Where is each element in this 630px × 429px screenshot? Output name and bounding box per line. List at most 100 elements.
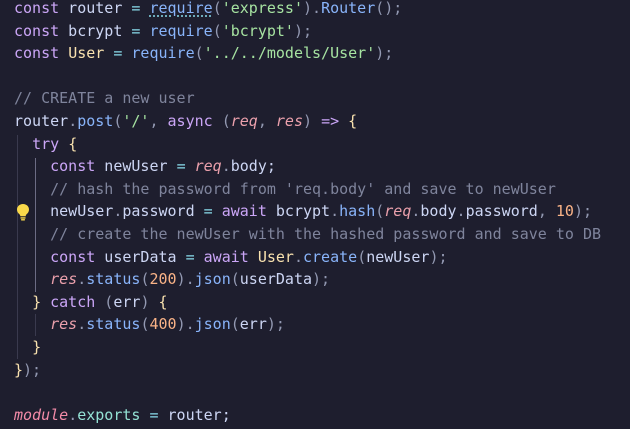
code-token: const [14, 44, 60, 63]
code-token: . [293, 247, 303, 266]
code-token: const [14, 21, 60, 40]
code-token: newUser [366, 247, 430, 266]
code-token: , [149, 112, 168, 130]
code-token: req [194, 157, 222, 176]
code-token: 200 [149, 270, 177, 289]
code-token: router; [158, 405, 231, 424]
code-token: ); [375, 44, 394, 63]
code-token: res [275, 112, 303, 130]
code-line[interactable]: // create the newUser with the hashed pa… [14, 223, 601, 245]
code-line[interactable]: const router = require('express').Router… [14, 0, 402, 19]
code-token: err [113, 292, 141, 311]
code-token: => [321, 112, 340, 130]
code-token: = [176, 157, 186, 176]
code-token: userData [95, 247, 186, 266]
code-token: ( [212, 0, 222, 17]
code-token: bcrypt [266, 202, 331, 221]
code-token: ); [293, 21, 313, 40]
code-token: . [456, 202, 466, 221]
code-token: ); [23, 360, 42, 379]
code-token: ( [95, 292, 114, 311]
code-token: res [50, 270, 78, 289]
code-token: const [14, 0, 60, 17]
lightbulb-icon[interactable] [16, 203, 30, 221]
code-line[interactable]: res.status(400).json(err); [14, 313, 285, 335]
code-token: ( [375, 202, 385, 221]
code-token: res [50, 315, 78, 334]
code-line[interactable]: const bcrypt = require('bcrypt'); [14, 20, 312, 42]
code-token: hash [339, 202, 376, 221]
code-token: { [348, 112, 358, 130]
code-line[interactable]: try { [14, 133, 77, 155]
code-token: (); [375, 0, 403, 17]
code-token: Router [321, 0, 376, 17]
code-token: bcrypt [59, 21, 132, 40]
code-line[interactable]: newUser.password = await bcrypt.hash(req… [14, 200, 592, 222]
code-token: 'bcrypt' [221, 21, 294, 40]
code-token: . [221, 157, 231, 176]
code-token: const [50, 157, 96, 176]
code-token: ); [429, 247, 448, 266]
code-token: create [303, 247, 358, 266]
code-token: } [32, 338, 42, 356]
code-token: status [86, 315, 141, 334]
code-token: catch [50, 292, 96, 311]
code-token: exports [77, 405, 141, 424]
code-line[interactable]: } catch (err) { [14, 291, 167, 313]
code-line[interactable]: } [14, 336, 41, 358]
code-token: . [68, 112, 78, 130]
code-token: await [203, 247, 249, 266]
code-editor[interactable]: const router = require('express').Router… [0, 0, 630, 429]
code-line[interactable]: }); [14, 359, 41, 381]
code-line[interactable]: // hash the password from 'req.body' and… [14, 178, 556, 200]
code-token: await [221, 202, 267, 221]
code-line[interactable]: const userData = await User.create(newUs… [14, 246, 448, 268]
code-token: 'express' [221, 0, 303, 17]
code-token: ( [230, 315, 240, 334]
code-token: ); [573, 202, 592, 221]
code-token: ); [312, 270, 331, 289]
code-token: router [59, 0, 132, 17]
code-token: ( [357, 247, 367, 266]
code-token: '/' [122, 112, 150, 130]
code-token: '../../models/User' [203, 44, 376, 63]
code-line[interactable]: router.post('/', async (req, res) => { [14, 110, 357, 132]
code-line[interactable]: const newUser = req.body; [14, 155, 276, 177]
code-token: router [14, 112, 69, 130]
code-token: User [257, 247, 294, 266]
code-line[interactable]: module.exports = router; [14, 404, 231, 426]
code-token: ( [230, 270, 240, 289]
code-token: ). [303, 0, 322, 17]
code-token: // CREATE a new user [14, 89, 195, 108]
code-token: . [330, 202, 340, 221]
code-token: const [50, 247, 96, 266]
code-line[interactable]: // CREATE a new user [14, 87, 195, 109]
code-token: require [149, 0, 213, 17]
code-token: ( [212, 21, 222, 40]
code-token: newUser [95, 157, 177, 176]
code-token: . [77, 315, 87, 334]
code-line[interactable]: res.status(200).json(userData); [14, 268, 330, 290]
code-token: body; [230, 157, 276, 176]
code-token: ( [194, 44, 204, 63]
code-line[interactable]: const User = require('../../models/User'… [14, 42, 393, 64]
code-token: = [185, 247, 195, 266]
code-token: = [149, 405, 159, 424]
code-token: , [257, 112, 276, 130]
